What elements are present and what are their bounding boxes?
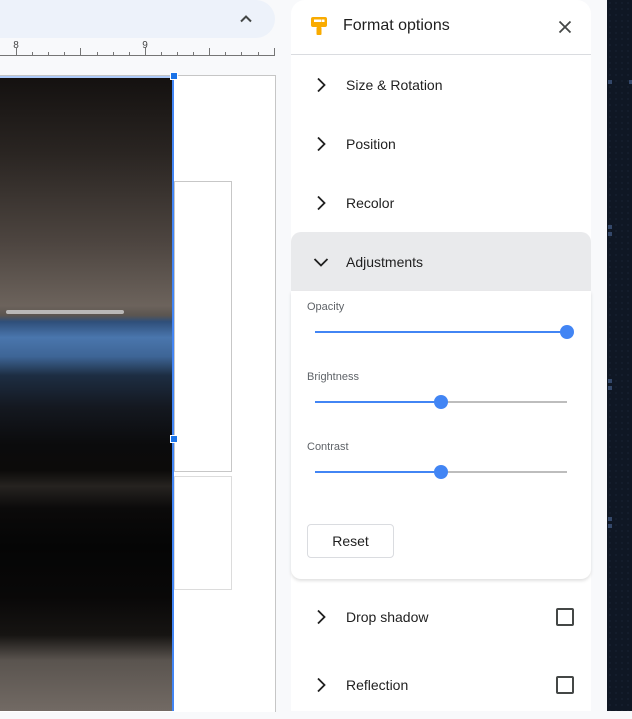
ruler-tick: [273, 48, 275, 56]
close-icon: [558, 20, 572, 34]
resize-handle-top-right[interactable]: [170, 72, 178, 80]
ruler-tick: [80, 48, 82, 56]
contrast-control: Contrast: [307, 441, 577, 479]
ruler-tick: [128, 52, 130, 56]
lower-sections: Drop shadow Reflection: [291, 583, 591, 719]
image-highlight: [6, 310, 124, 314]
brightness-label: Brightness: [307, 371, 359, 383]
brightness-control: Brightness: [307, 371, 577, 409]
section-label: Position: [346, 135, 396, 152]
ruler-tick: [144, 48, 146, 56]
section-label: Adjustments: [346, 253, 424, 270]
chevron-up-icon: [240, 15, 252, 23]
ruler-tick: [209, 48, 211, 56]
slider-fill: [315, 471, 441, 473]
ruler-tick: [96, 52, 98, 56]
editor-toolbar-strip: [0, 0, 275, 38]
chevron-right-icon: [317, 136, 326, 151]
section-drop-shadow[interactable]: Drop shadow: [291, 583, 591, 651]
panel-header: Format options: [291, 0, 591, 55]
close-panel-button[interactable]: [551, 13, 579, 41]
ruler-tick: [48, 52, 50, 56]
panel-title: Format options: [343, 17, 450, 34]
section-adjustments[interactable]: Adjustments: [291, 232, 591, 291]
ruler-tick: [64, 52, 66, 56]
opacity-label: Opacity: [307, 301, 345, 313]
ruler-tick: [193, 52, 195, 56]
ruler-tick: [16, 48, 17, 56]
collapse-toolbar-button[interactable]: [235, 8, 257, 30]
drop-shadow-checkbox[interactable]: [556, 608, 574, 626]
ruler-tick: [160, 52, 162, 56]
contrast-label: Contrast: [307, 441, 349, 453]
ruler-tick: [225, 52, 227, 56]
slider-thumb[interactable]: [560, 325, 574, 339]
section-label: Drop shadow: [346, 609, 429, 625]
ruler-tick: [32, 52, 34, 56]
format-options-panel: Format options Size & Rotation Position …: [291, 0, 591, 711]
chevron-right-icon: [317, 195, 326, 210]
ruler-baseline: [0, 55, 274, 56]
opacity-slider[interactable]: [315, 325, 574, 339]
chevron-down-icon: [313, 257, 329, 267]
slider-fill: [315, 401, 441, 403]
slider-thumb[interactable]: [434, 465, 448, 479]
section-label: Reflection: [346, 677, 409, 693]
section-position[interactable]: Position: [291, 114, 591, 173]
chevron-right-icon: [317, 77, 326, 92]
opacity-control: Opacity: [307, 301, 577, 339]
section-recolor[interactable]: Recolor: [291, 173, 591, 232]
resize-handle-right[interactable]: [170, 435, 178, 443]
contrast-slider[interactable]: [315, 465, 567, 479]
dark-background-strip: [607, 0, 632, 711]
reflection-checkbox[interactable]: [556, 676, 574, 694]
paint-brush-icon: [311, 17, 327, 35]
decorative-dot: [608, 232, 612, 236]
ruler-tick: [241, 52, 243, 56]
chevron-right-icon: [317, 609, 326, 625]
horizontal-ruler: 8 9: [0, 38, 275, 58]
decorative-dot: [608, 225, 612, 229]
section-label: Size & Rotation: [346, 76, 443, 93]
decorative-dot: [608, 80, 612, 84]
section-label: Recolor: [346, 194, 395, 211]
ruler-tick: [177, 52, 178, 56]
text-placeholder-lower[interactable]: [174, 476, 232, 590]
reset-button[interactable]: Reset: [307, 524, 394, 558]
adjustments-body: Opacity Brightness Contrast Reset: [291, 291, 591, 579]
selected-image[interactable]: [0, 76, 174, 711]
section-size-rotation[interactable]: Size & Rotation: [291, 55, 591, 114]
chevron-right-icon: [317, 677, 326, 693]
text-placeholder-upper[interactable]: [174, 181, 232, 472]
slider-thumb[interactable]: [434, 395, 448, 409]
decorative-dot: [608, 379, 612, 383]
slider-fill: [315, 331, 567, 333]
decorative-dot: [608, 386, 612, 390]
section-reflection[interactable]: Reflection: [291, 651, 591, 719]
ruler-tick: [112, 52, 114, 56]
decorative-dot: [608, 517, 612, 521]
decorative-dot: [608, 524, 612, 528]
brightness-slider[interactable]: [315, 395, 567, 409]
ruler-tick: [257, 52, 259, 56]
